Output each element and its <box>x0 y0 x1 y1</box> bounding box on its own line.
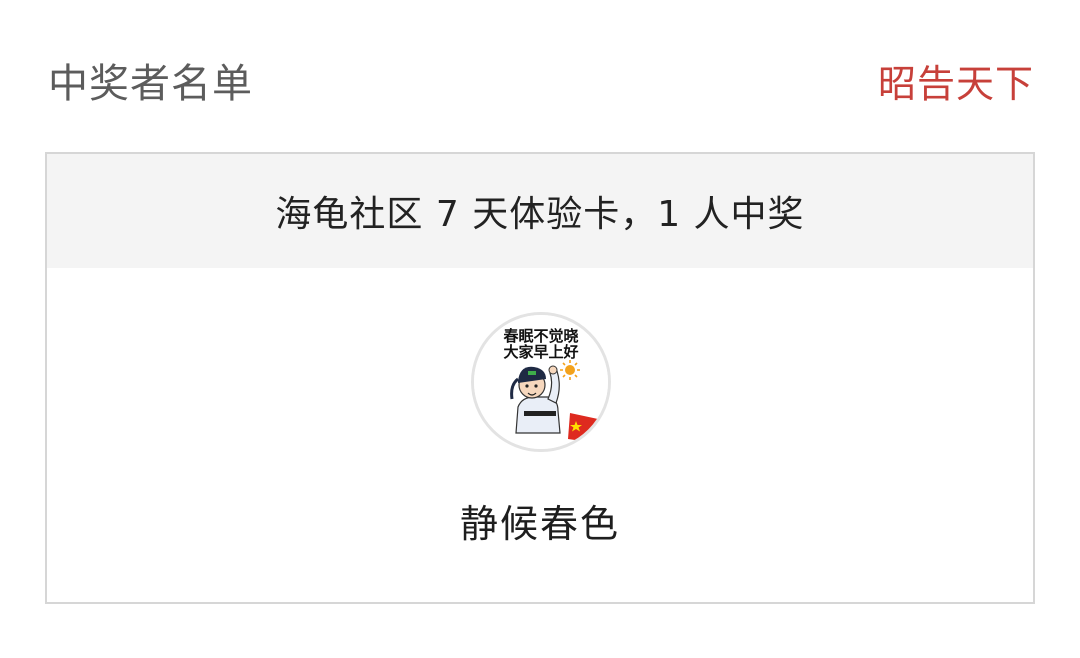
announce-button[interactable]: 昭告天下 <box>878 53 1034 108</box>
winner-name: 静候春色 <box>459 502 620 546</box>
winners-page: 中奖者名单 昭告天下 海龟社区 7 天体验卡，1 人中奖 春眠不觉晓 大家早上好 <box>0 0 1080 658</box>
cartoon-scholar-avatar-icon: 春眠不觉晓 大家早上好 <box>474 315 608 449</box>
winners-header: 中奖者名单 昭告天下 <box>48 50 1034 110</box>
prize-card: 海龟社区 7 天体验卡，1 人中奖 春眠不觉晓 大家早上好 静候春色 <box>45 152 1035 604</box>
sun-icon <box>560 360 580 380</box>
prize-summary: 海龟社区 7 天体验卡，1 人中奖 <box>47 154 1033 268</box>
winner-avatar[interactable]: 春眠不觉晓 大家早上好 <box>471 312 611 452</box>
avatar-caption-line2: 大家早上好 <box>503 343 578 361</box>
page-title: 中奖者名单 <box>48 61 253 107</box>
winner-entry: 春眠不觉晓 大家早上好 静候春色 <box>47 268 1033 602</box>
